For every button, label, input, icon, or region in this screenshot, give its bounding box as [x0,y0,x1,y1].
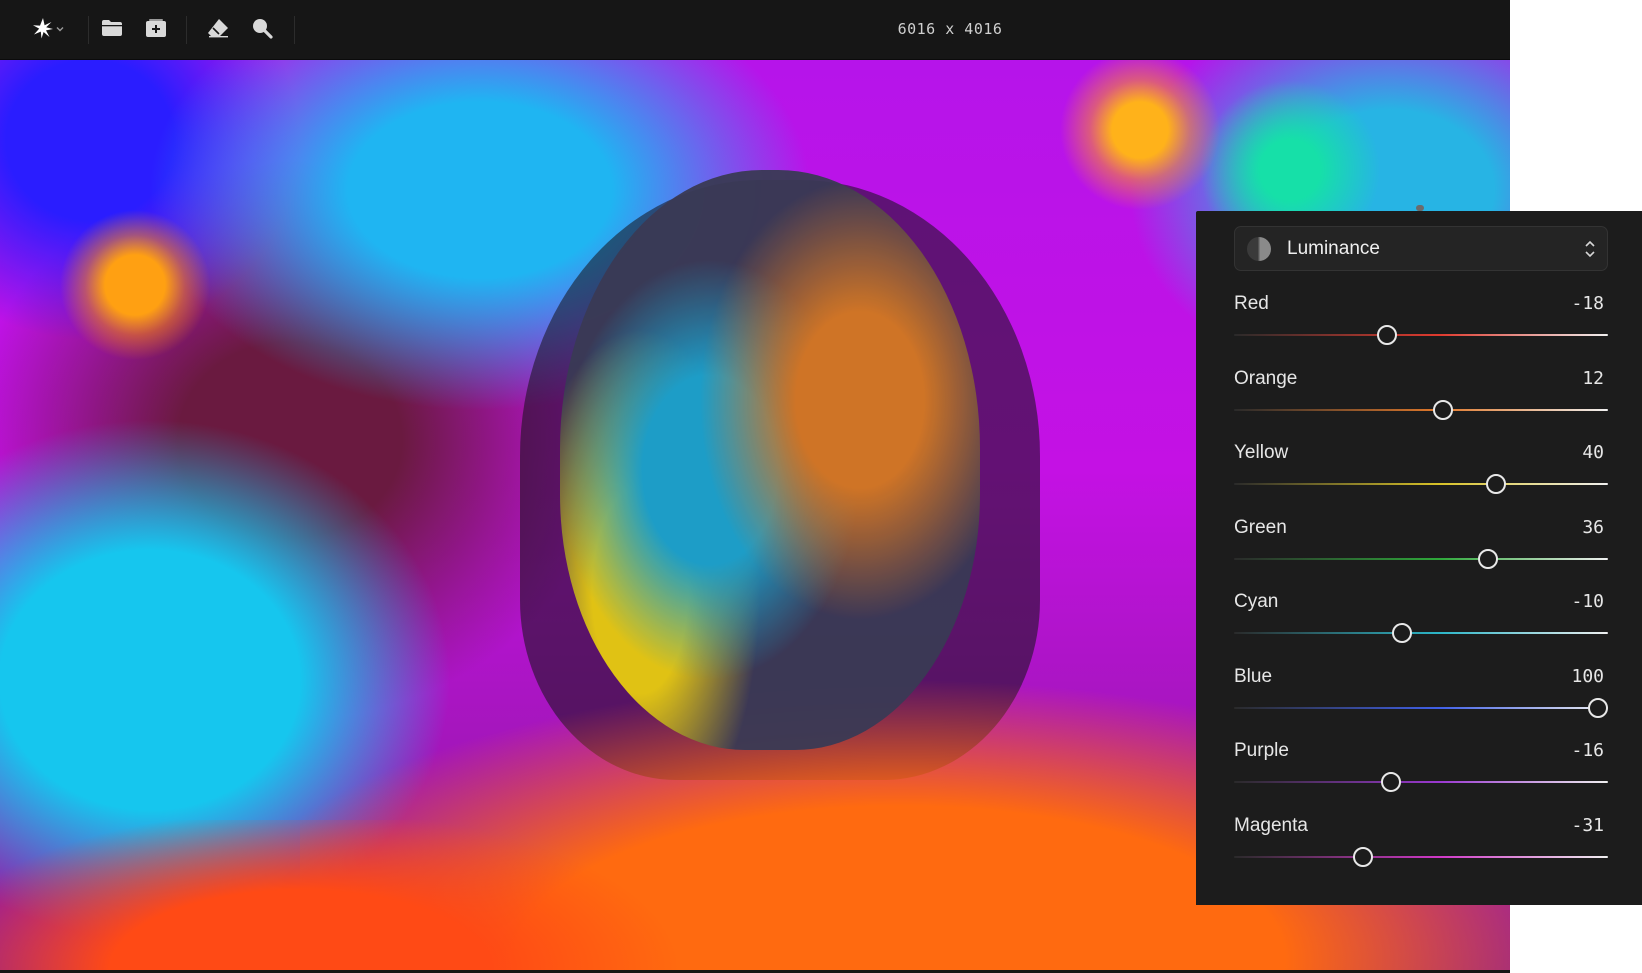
slider-label: Yellow [1234,442,1289,463]
slider-thumb[interactable] [1381,772,1402,792]
slider-track[interactable] [1234,855,1608,858]
ai-menu-group [26,14,70,46]
luminance-icon [1247,237,1271,261]
slider-value: -10 [1571,591,1604,612]
mode-select-label: Luminance [1287,238,1380,259]
ai-menu-button[interactable] [26,16,70,44]
image-dimensions-label: 6016 x 4016 [897,20,1003,38]
slider-track[interactable] [1234,706,1608,709]
slider-value: 100 [1571,665,1604,687]
eraser-button[interactable] [204,16,232,44]
file-tools-group [98,14,170,46]
hsl-adjustment-panel: Luminance Red -18 Orange 12 Yellow 40 Green 36 C… [1196,211,1642,905]
slider-label: Purple [1234,740,1289,761]
slider-value: 12 [1582,367,1604,389]
slider-label: Red [1234,293,1269,314]
top-toolbar: 6016 x 4016 [0,0,1510,60]
chevron-down-icon [55,21,65,39]
folder-icon [101,19,123,42]
toolbar-divider [294,16,295,44]
slider-label: Blue [1234,665,1273,687]
slider-thumb[interactable] [1392,623,1413,643]
add-image-button[interactable] [142,16,170,44]
ai-sparkle-icon [31,16,55,45]
slider-cyan: Cyan -10 [1234,591,1608,665]
slider-magenta: Magenta -31 [1234,815,1608,889]
slider-thumb[interactable] [1485,474,1506,494]
slider-track[interactable] [1234,408,1608,411]
slider-yellow: Yellow 40 [1234,442,1608,516]
slider-label: Magenta [1234,814,1308,836]
slider-thumb[interactable] [1478,548,1499,569]
slider-value: -16 [1571,740,1604,761]
slider-thumb[interactable] [1377,325,1398,345]
slider-track[interactable] [1234,483,1608,485]
slider-label: Orange [1234,367,1298,389]
updown-chevron-icon [1583,238,1597,265]
slider-value: -18 [1571,293,1604,314]
zoom-button[interactable] [248,16,276,44]
toolbar-divider [88,16,89,44]
slider-track[interactable] [1234,334,1608,336]
slider-label: Green [1234,516,1287,538]
slider-value: -31 [1571,814,1604,836]
slider-value: 40 [1582,442,1604,463]
slider-value: 36 [1582,516,1604,538]
slider-orange: Orange 12 [1234,368,1608,442]
mode-select-dropdown[interactable]: Luminance [1234,226,1608,271]
open-folder-button[interactable] [98,16,126,44]
slider-thumb[interactable] [1433,399,1454,420]
slider-thumb[interactable] [1588,697,1608,718]
add-image-icon [145,18,167,43]
eraser-icon [207,18,229,43]
slider-track[interactable] [1234,781,1608,783]
slider-thumb[interactable] [1353,846,1374,867]
slider-track[interactable] [1234,632,1608,634]
slider-label: Cyan [1234,591,1279,612]
slider-green: Green 36 [1234,517,1608,591]
slider-blue: Blue 100 [1234,666,1608,740]
slider-purple: Purple -16 [1234,740,1608,814]
slider-track[interactable] [1234,557,1608,560]
edit-tools-group [204,14,276,46]
zoom-icon [251,17,273,44]
toolbar-divider [186,16,187,44]
slider-red: Red -18 [1234,293,1608,367]
photo-portrait-face [560,170,980,750]
photo-foreground-blur [0,820,700,970]
